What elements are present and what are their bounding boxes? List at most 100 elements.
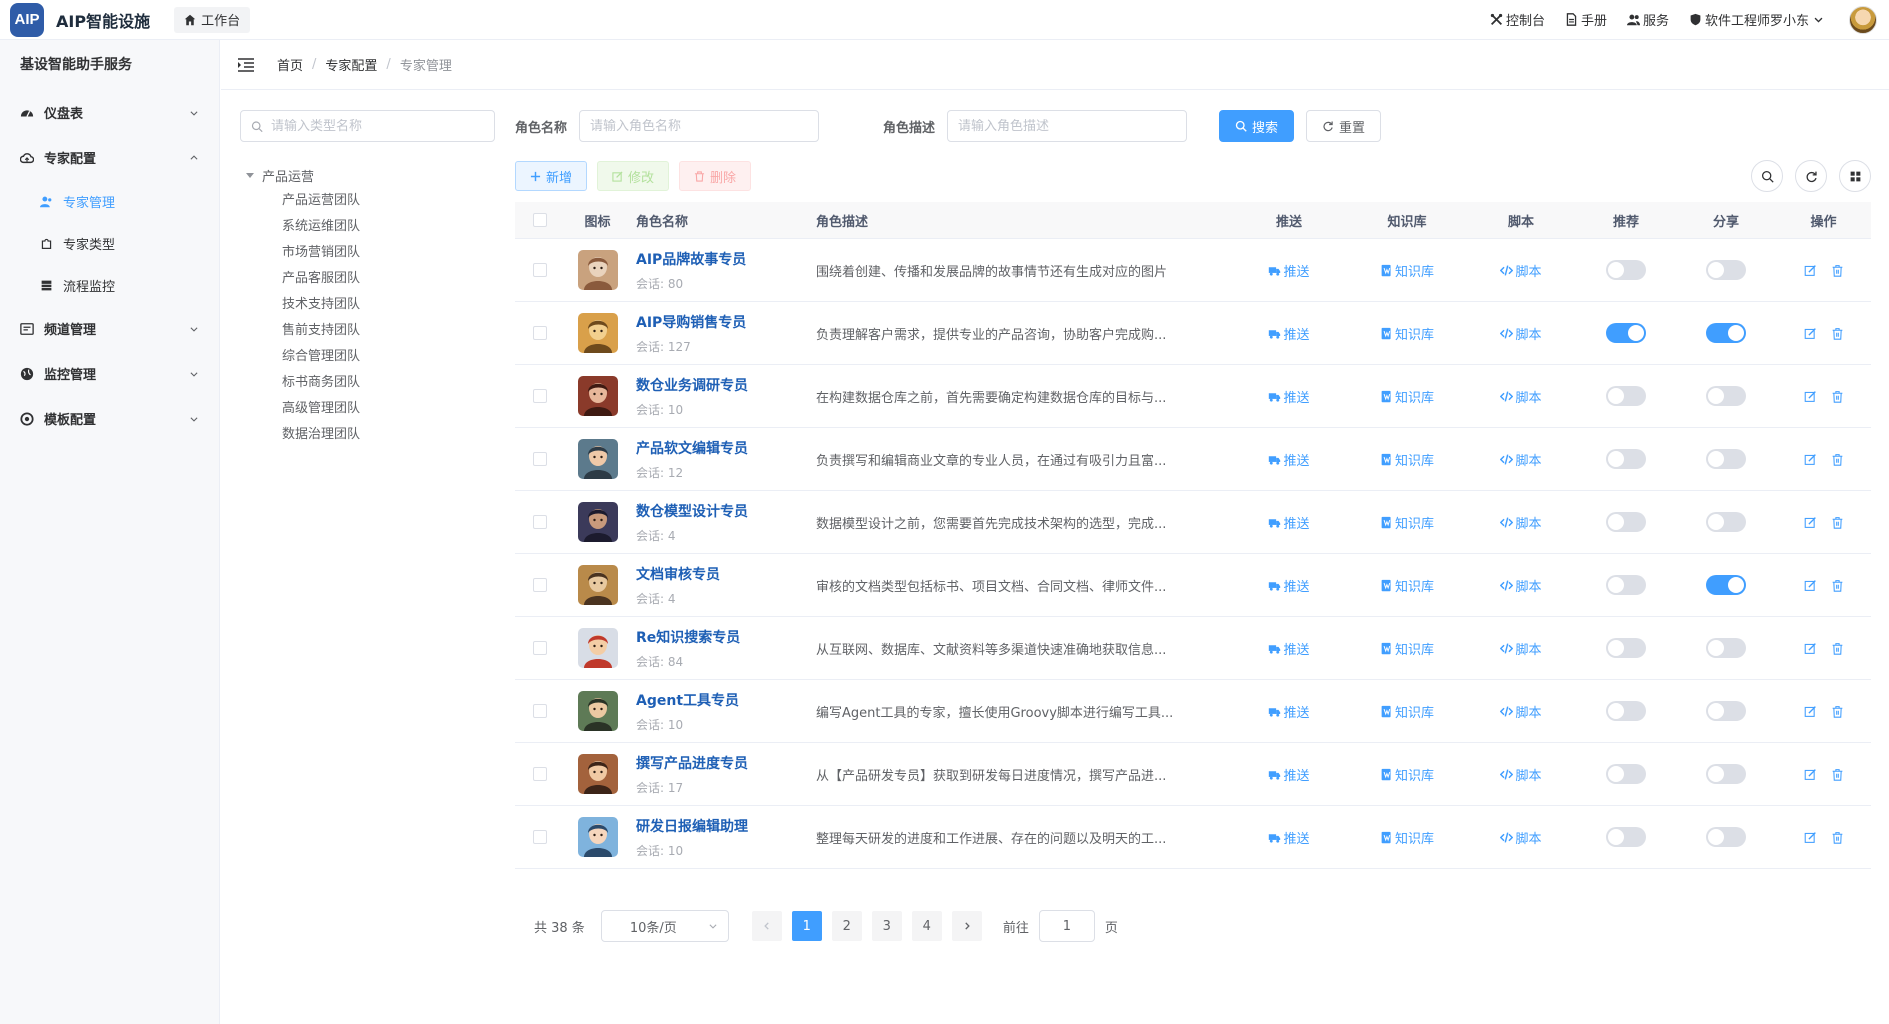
- row-checkbox[interactable]: [533, 515, 547, 529]
- goto-page-input[interactable]: 1: [1038, 910, 1095, 942]
- role-name-link[interactable]: 撰写产品进度专员: [636, 753, 810, 773]
- script-link[interactable]: 脚本: [1500, 324, 1542, 343]
- tree-node[interactable]: 技术支持团队: [246, 292, 496, 318]
- knowledge-base-link[interactable]: 知识库: [1380, 828, 1434, 847]
- page-button[interactable]: 2: [831, 911, 862, 941]
- tree-node[interactable]: 产品客服团队: [246, 266, 496, 292]
- breadcrumb-home[interactable]: 首页: [277, 55, 303, 74]
- row-checkbox[interactable]: [533, 641, 547, 655]
- push-link[interactable]: 推送: [1268, 261, 1310, 280]
- tree-search-field[interactable]: [270, 118, 494, 134]
- knowledge-base-link[interactable]: 知识库: [1380, 639, 1434, 658]
- sidebar-item-dashboard[interactable]: 仪盘表: [0, 90, 219, 135]
- share-toggle[interactable]: [1706, 386, 1746, 406]
- recommend-toggle[interactable]: [1606, 764, 1646, 784]
- role-name-link[interactable]: Agent工具专员: [636, 690, 810, 710]
- share-toggle[interactable]: [1706, 449, 1746, 469]
- role-name-link[interactable]: 产品软文编辑专员: [636, 438, 810, 458]
- push-link[interactable]: 推送: [1268, 765, 1310, 784]
- trash-icon[interactable]: [1831, 579, 1844, 592]
- knowledge-base-link[interactable]: 知识库: [1380, 576, 1434, 595]
- tree-node-root[interactable]: 产品运营: [246, 162, 496, 188]
- sidebar-item-template[interactable]: 模板配置: [0, 396, 219, 441]
- edit-icon[interactable]: [1804, 642, 1817, 655]
- select-all-checkbox[interactable]: [533, 213, 547, 227]
- edit-icon[interactable]: [1804, 327, 1817, 340]
- service-link[interactable]: 服务: [1626, 10, 1669, 29]
- edit-icon[interactable]: [1804, 264, 1817, 277]
- columns-button[interactable]: [1839, 160, 1871, 192]
- edit-icon[interactable]: [1804, 516, 1817, 529]
- knowledge-base-link[interactable]: 知识库: [1380, 387, 1434, 406]
- push-link[interactable]: 推送: [1268, 639, 1310, 658]
- breadcrumb-expert-config[interactable]: 专家配置: [325, 55, 377, 74]
- script-link[interactable]: 脚本: [1500, 387, 1542, 406]
- edit-icon[interactable]: [1804, 768, 1817, 781]
- page-button[interactable]: 3: [871, 911, 902, 941]
- recommend-toggle[interactable]: [1606, 575, 1646, 595]
- delete-button[interactable]: 删除: [679, 161, 752, 191]
- push-link[interactable]: 推送: [1268, 324, 1310, 343]
- push-link[interactable]: 推送: [1268, 450, 1310, 469]
- share-toggle[interactable]: [1706, 827, 1746, 847]
- push-link[interactable]: 推送: [1268, 576, 1310, 595]
- role-name-link[interactable]: 文档审核专员: [636, 564, 810, 584]
- trash-icon[interactable]: [1831, 327, 1844, 340]
- script-link[interactable]: 脚本: [1500, 261, 1542, 280]
- row-checkbox[interactable]: [533, 389, 547, 403]
- prev-page-button[interactable]: [751, 911, 782, 941]
- role-name-link[interactable]: AIP品牌故事专员: [636, 249, 810, 269]
- menu-fold-icon[interactable]: [237, 57, 255, 73]
- script-link[interactable]: 脚本: [1500, 702, 1542, 721]
- push-link[interactable]: 推送: [1268, 513, 1310, 532]
- knowledge-base-link[interactable]: 知识库: [1380, 765, 1434, 784]
- sidebar-item-expert-config[interactable]: 专家配置: [0, 135, 219, 180]
- script-link[interactable]: 脚本: [1500, 576, 1542, 595]
- search-button[interactable]: 搜索: [1219, 110, 1295, 142]
- page-size-select[interactable]: 10条/页: [600, 910, 729, 942]
- recommend-toggle[interactable]: [1606, 701, 1646, 721]
- caret-down-icon[interactable]: [246, 172, 254, 178]
- page-button[interactable]: 4: [911, 911, 942, 941]
- row-checkbox[interactable]: [533, 326, 547, 340]
- row-checkbox[interactable]: [533, 452, 547, 466]
- role-name-link[interactable]: AIP导购销售专员: [636, 312, 810, 332]
- role-desc-field[interactable]: [958, 118, 1187, 134]
- sidebar-item-expert-type[interactable]: 专家类型: [0, 222, 219, 264]
- tree-node[interactable]: 标书商务团队: [246, 370, 496, 396]
- reset-button[interactable]: 重置: [1306, 110, 1382, 142]
- role-name-link[interactable]: 研发日报编辑助理: [636, 816, 810, 836]
- script-link[interactable]: 脚本: [1500, 513, 1542, 532]
- share-toggle[interactable]: [1706, 764, 1746, 784]
- trash-icon[interactable]: [1831, 453, 1844, 466]
- trash-icon[interactable]: [1831, 705, 1844, 718]
- refresh-button[interactable]: [1795, 160, 1827, 192]
- script-link[interactable]: 脚本: [1500, 765, 1542, 784]
- recommend-toggle[interactable]: [1606, 512, 1646, 532]
- sidebar-item-channel[interactable]: 频道管理: [0, 306, 219, 351]
- tree-node[interactable]: 综合管理团队: [246, 344, 496, 370]
- share-toggle[interactable]: [1706, 323, 1746, 343]
- share-toggle[interactable]: [1706, 575, 1746, 595]
- row-checkbox[interactable]: [533, 767, 547, 781]
- recommend-toggle[interactable]: [1606, 386, 1646, 406]
- home-tab[interactable]: 工作台: [174, 6, 251, 33]
- edit-icon[interactable]: [1804, 831, 1817, 844]
- console-link[interactable]: 控制台: [1490, 10, 1545, 29]
- trash-icon[interactable]: [1831, 264, 1844, 277]
- tree-node[interactable]: 系统运维团队: [246, 214, 496, 240]
- app-logo[interactable]: AIP: [10, 2, 44, 37]
- trash-icon[interactable]: [1831, 768, 1844, 781]
- page-button[interactable]: 1: [791, 911, 822, 941]
- recommend-toggle[interactable]: [1606, 638, 1646, 658]
- manual-link[interactable]: 手册: [1565, 10, 1607, 29]
- tree-node[interactable]: 高级管理团队: [246, 396, 496, 422]
- role-desc-input[interactable]: [947, 110, 1188, 142]
- push-link[interactable]: 推送: [1268, 702, 1310, 721]
- edit-icon[interactable]: [1804, 579, 1817, 592]
- recommend-toggle[interactable]: [1606, 827, 1646, 847]
- script-link[interactable]: 脚本: [1500, 450, 1542, 469]
- push-link[interactable]: 推送: [1268, 387, 1310, 406]
- row-checkbox[interactable]: [533, 830, 547, 844]
- recommend-toggle[interactable]: [1606, 260, 1646, 280]
